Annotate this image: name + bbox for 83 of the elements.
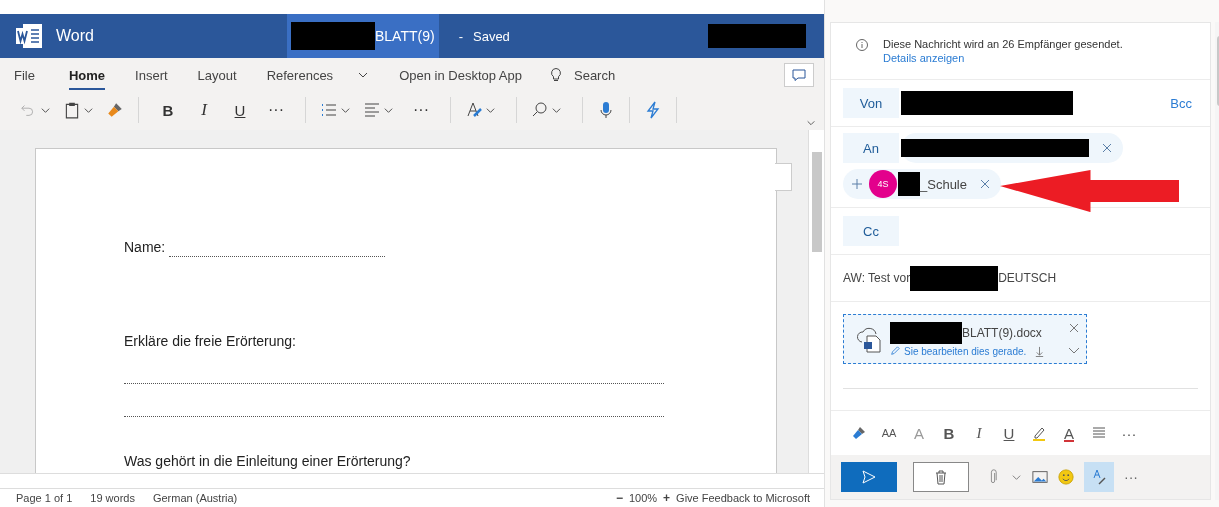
to-button[interactable]: An: [843, 133, 899, 163]
clipboard-icon[interactable]: [63, 101, 81, 119]
smiley-icon[interactable]: [1058, 469, 1074, 485]
close-icon[interactable]: [979, 178, 991, 190]
document-title-bar[interactable]: BLATT(9): [287, 14, 439, 58]
bcc-button[interactable]: Bcc: [1170, 95, 1192, 111]
align-icon[interactable]: [363, 101, 381, 119]
file-name: BLATT(9).docx: [962, 325, 1042, 340]
question-text: Was gehört in die Einleitung einer Erörterung?: [124, 452, 412, 471]
bold-button[interactable]: B: [153, 101, 183, 119]
field-label: Name:: [124, 238, 166, 257]
search-button[interactable]: Search: [574, 67, 616, 83]
word-logo-icon: [14, 21, 44, 51]
avatar: 4S: [869, 170, 897, 198]
comments-button[interactable]: [784, 63, 814, 87]
italic-button[interactable]: I: [971, 424, 987, 442]
group-chip[interactable]: 4S _Schule: [843, 169, 1001, 199]
ribbon-tab[interactable]: Layout: [197, 60, 237, 90]
lightning-icon[interactable]: [644, 101, 662, 119]
ribbon-tab[interactable]: Home: [68, 60, 106, 90]
from-button[interactable]: Von: [843, 88, 899, 118]
vertical-scrollbar[interactable]: [808, 130, 824, 473]
bullet-list-icon[interactable]: [320, 101, 338, 119]
redaction-bar: [898, 172, 920, 196]
zoom-level: 100%: [628, 492, 658, 504]
lightbulb-icon: [548, 67, 564, 83]
bold-button[interactable]: B: [941, 424, 957, 442]
subject-text: AW: Test vor: [843, 271, 911, 285]
discard-button[interactable]: [913, 462, 969, 492]
comment-icon: [791, 67, 807, 83]
image-icon[interactable]: [1032, 469, 1048, 485]
app-name: Word: [56, 27, 95, 45]
zoom-in-button[interactable]: +: [663, 491, 671, 505]
send-button[interactable]: [841, 462, 897, 492]
signature-button[interactable]: [1084, 462, 1114, 492]
info-message: Diese Nachricht wird an 26 Empfänger gesendet.: [883, 38, 1123, 50]
editing-status: Sie bearbeiten dies gerade.: [904, 345, 1027, 357]
more-button[interactable]: ···: [1121, 424, 1137, 442]
question-text: Erkläre die freie Erörterung:: [124, 332, 297, 351]
close-icon[interactable]: [1101, 142, 1113, 154]
page-count: Page 1 of 1: [16, 492, 73, 504]
redaction-bar: [890, 321, 962, 344]
cc-button[interactable]: Cc: [843, 216, 899, 246]
feedback-link[interactable]: Give Feedback to Microsoft: [676, 492, 810, 504]
send-icon: [861, 469, 877, 485]
download-icon[interactable]: [1034, 345, 1046, 357]
ribbon-tab[interactable]: Insert: [135, 60, 168, 90]
list-icon[interactable]: [1091, 425, 1107, 441]
pen-icon: [1091, 468, 1107, 486]
underline-button[interactable]: U: [1001, 424, 1017, 442]
more-button[interactable]: ···: [1124, 469, 1138, 485]
microphone-icon[interactable]: [597, 101, 615, 119]
group-name: _Schule: [920, 176, 967, 192]
ribbon-tab[interactable]: References: [266, 60, 334, 90]
search-icon[interactable]: [531, 101, 549, 119]
highlighter-icon[interactable]: [1031, 425, 1047, 441]
trash-icon: [934, 469, 948, 485]
document-title: BLATT(9): [375, 28, 435, 44]
more-button[interactable]: ···: [406, 101, 436, 119]
subject-text: DEUTSCH: [998, 271, 1057, 285]
title-separator: -: [458, 28, 463, 44]
ribbon-tab[interactable]: File: [14, 60, 35, 90]
language-status: German (Austria): [152, 492, 238, 504]
font-color-button[interactable]: A: [1061, 424, 1077, 442]
save-status: Saved: [473, 28, 511, 44]
paintbrush-icon[interactable]: [106, 101, 124, 119]
underline-button[interactable]: U: [225, 101, 255, 119]
info-icon: [855, 38, 869, 52]
horizontal-scrollbar[interactable]: [0, 473, 824, 489]
more-button[interactable]: ···: [261, 101, 291, 119]
attachment-card[interactable]: BLATT(9).docx Sie bearbeiten dies gerade.: [843, 314, 1087, 364]
italic-button[interactable]: I: [189, 100, 219, 120]
zoom-out-button[interactable]: −: [615, 491, 623, 505]
plus-icon[interactable]: [851, 178, 863, 190]
word-count: 19 words: [90, 492, 135, 504]
details-link[interactable]: Details anzeigen: [883, 52, 1123, 64]
styles-icon[interactable]: [465, 101, 483, 119]
font-size-button[interactable]: AA: [881, 427, 897, 439]
recipient-chip[interactable]: [901, 133, 1123, 163]
close-icon[interactable]: [1068, 322, 1080, 334]
pencil-icon: [890, 346, 900, 356]
paintbrush-icon[interactable]: [851, 425, 867, 441]
open-desktop-app-link[interactable]: Open in Desktop App: [399, 67, 522, 83]
